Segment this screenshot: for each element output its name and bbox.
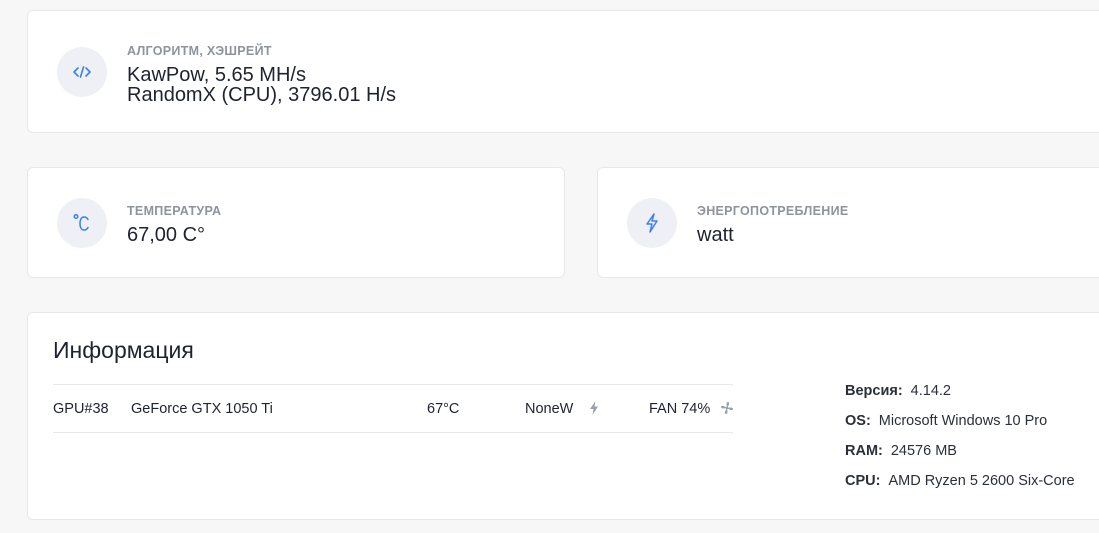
power-card: Энергопотребление watt [597, 167, 1099, 278]
information-title: Информация [53, 337, 194, 363]
gpu-temperature: 67°C [427, 401, 460, 417]
algorithm-label: Алгоритм, хэшрейт [127, 44, 272, 58]
sysinfo-os: OS: Microsoft Windows 10 Pro [845, 409, 1075, 439]
gpu-name: GeForce GTX 1050 Ti [131, 401, 273, 417]
gpu-power: NoneW [525, 401, 574, 417]
sysinfo-cpu: CPU: AMD Ryzen 5 2600 Six-Core [845, 469, 1075, 499]
sysinfo-key: RAM: [845, 443, 883, 459]
celsius-icon [57, 198, 107, 248]
sysinfo-value: Microsoft Windows 10 Pro [878, 413, 1048, 429]
power-label: Энергопотребление [697, 204, 849, 218]
fan-icon [720, 401, 734, 419]
sysinfo-value: 4.14.2 [910, 383, 951, 399]
gpu-fan: FAN 74% [649, 401, 711, 417]
temperature-value: 67,00 C° [127, 224, 206, 246]
sysinfo-key: OS: [845, 413, 871, 429]
gpu-row: GPU#38 GeForce GTX 1050 Ti 67°C NoneW FA… [53, 384, 733, 433]
sysinfo-value: AMD Ryzen 5 2600 Six-Core [888, 473, 1075, 489]
algorithm-value-2: RandomX (CPU), 3796.01 H/s [127, 84, 397, 106]
lightning-icon [627, 198, 677, 248]
gpu-id: GPU#38 [53, 401, 109, 417]
sysinfo-ram: RAM: 24576 MB [845, 439, 1075, 469]
code-icon [57, 47, 107, 97]
temperature-card: Температура 67,00 C° [27, 167, 565, 278]
power-value: watt [697, 224, 734, 246]
sysinfo-value: 24576 MB [890, 443, 957, 459]
information-card: Информация GPU#38 GeForce GTX 1050 Ti 67… [27, 312, 1099, 520]
sysinfo-key: CPU: [845, 473, 881, 489]
lightning-icon [589, 401, 599, 419]
algorithm-value-1: KawPow, 5.65 MH/s [127, 64, 306, 86]
sysinfo-version: Версия: 4.14.2 [845, 379, 1075, 409]
sysinfo-key: Версия: [845, 383, 903, 399]
algorithm-card: Алгоритм, хэшрейт KawPow, 5.65 MH/s Rand… [27, 10, 1099, 133]
system-info: Версия: 4.14.2 OS: Microsoft Windows 10 Pr… [845, 379, 1075, 499]
temperature-label: Температура [127, 204, 222, 218]
